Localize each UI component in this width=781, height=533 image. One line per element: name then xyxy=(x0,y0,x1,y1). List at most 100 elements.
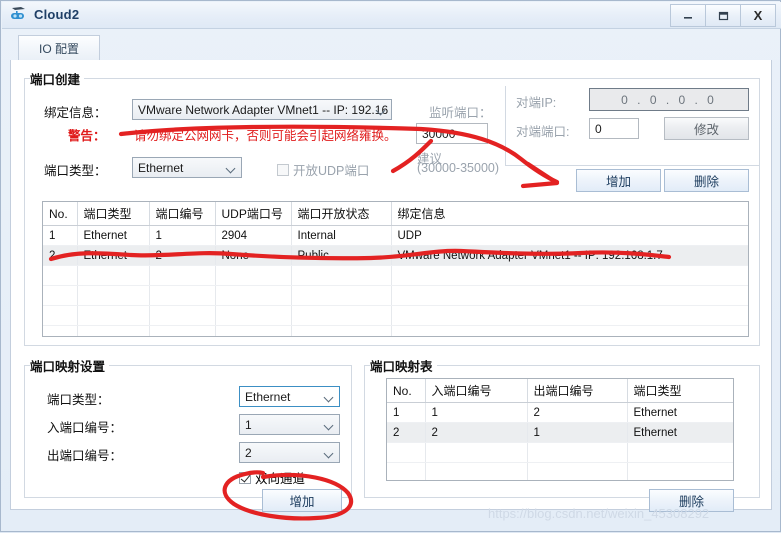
table-column-header: 入端口编号 xyxy=(425,379,528,403)
mapping-port-type-combo[interactable]: Ethernet xyxy=(239,386,340,407)
binding-info-value: VMware Network Adapter VMnet1 -- IP: 192… xyxy=(138,102,389,117)
table-cell-empty xyxy=(43,285,78,306)
peer-ip-input[interactable]: 0 . 0 . 0 . 0 xyxy=(589,88,749,111)
group-port-create: 端口创建 绑定信息： VMware Network Adapter VMnet1… xyxy=(24,69,760,346)
mapping-port-type-value: Ethernet xyxy=(245,389,291,404)
table-cell: 2 xyxy=(527,402,628,423)
table-row-empty[interactable] xyxy=(43,325,748,336)
table-cell-empty xyxy=(149,305,216,326)
table-cell-empty xyxy=(77,325,150,336)
close-button[interactable]: X xyxy=(740,4,776,27)
table-cell: None xyxy=(215,245,292,266)
table-row-empty[interactable] xyxy=(43,305,748,326)
table-cell-empty xyxy=(291,325,392,336)
peer-ip-label: 对端IP: xyxy=(516,96,557,110)
peer-ip-value: 0 . 0 . 0 . 0 xyxy=(621,92,717,107)
table-cell: 1 xyxy=(149,225,216,246)
group-mapping-table: 端口映射表 No. 入端口编号 出端口编号 端口类型 1 1 2 Ethernet 2 2 1 Et… xyxy=(364,356,760,512)
table-row[interactable]: 2 Ethernet 2 None Public VMware Network Adapt… xyxy=(43,245,748,266)
chevron-down-icon xyxy=(325,450,334,456)
mapping-add-button[interactable]: 增加 xyxy=(262,489,342,512)
tab-io-config[interactable]: IO 配置 xyxy=(18,35,100,60)
mapping-in-port-combo[interactable]: 1 xyxy=(239,414,340,435)
table-cell-empty xyxy=(387,442,426,463)
table-column-header: 端口编号 xyxy=(149,202,216,226)
port-type-value: Ethernet xyxy=(138,160,184,175)
table-cell-empty xyxy=(43,305,78,326)
minimize-icon xyxy=(684,16,692,19)
table-cell-empty xyxy=(77,265,150,286)
watermark-text: https://blog.csdn.net/weixin_45308292 xyxy=(488,506,710,521)
chevron-down-icon xyxy=(325,394,334,400)
table-cell-empty xyxy=(425,462,528,480)
window-title: Cloud2 xyxy=(34,6,80,22)
checkbox-box-icon xyxy=(277,163,289,176)
mapping-out-port-label: 出端口编号： xyxy=(47,449,123,463)
add-port-button[interactable]: 增加 xyxy=(576,169,661,192)
table-column-header: 端口开放状态 xyxy=(291,202,392,226)
table-cell-empty xyxy=(77,305,150,326)
table-row[interactable]: 1 1 2 Ethernet xyxy=(387,402,733,423)
table-row-empty[interactable] xyxy=(43,285,748,306)
table-row-empty[interactable] xyxy=(43,265,748,286)
window-controls: X xyxy=(670,4,776,27)
group-mapping-table-caption-slash xyxy=(440,356,456,375)
mapping-table[interactable]: No. 入端口编号 出端口编号 端口类型 1 1 2 Ethernet 2 2 1 Ethernet xyxy=(386,378,734,481)
modify-button[interactable]: 修改 xyxy=(664,117,749,140)
table-column-header: 出端口编号 xyxy=(527,379,628,403)
mapping-table-header-row: No. 入端口编号 出端口编号 端口类型 xyxy=(387,379,733,403)
table-column-header: No. xyxy=(387,379,426,403)
open-udp-port-checkbox[interactable]: 开放UDP端口 xyxy=(277,160,369,179)
table-cell: Ethernet xyxy=(77,225,150,246)
table-row-empty[interactable] xyxy=(387,442,733,463)
table-cell-empty xyxy=(291,265,392,286)
table-column-header: UDP端口号 xyxy=(215,202,292,226)
port-table-header-row: No. 端口类型 端口编号 UDP端口号 端口开放状态 绑定信息 xyxy=(43,202,748,226)
table-cell: 2 xyxy=(149,245,216,266)
main-panel: 端口创建 绑定信息： VMware Network Adapter VMnet1… xyxy=(10,60,772,512)
group-mapping-table-caption: 端口映射表 xyxy=(370,356,437,375)
mapping-port-type-label: 端口类型： xyxy=(47,393,110,407)
mapping-in-port-label: 入端口编号： xyxy=(47,421,123,435)
table-cell: 1 xyxy=(43,225,78,246)
table-cell: 2 xyxy=(43,245,78,266)
port-type-label: 端口类型： xyxy=(44,164,107,178)
port-type-combo[interactable]: Ethernet xyxy=(132,157,242,178)
delete-port-button[interactable]: 删除 xyxy=(664,169,749,192)
table-cell-empty xyxy=(149,265,216,286)
chevron-down-icon xyxy=(325,422,334,428)
table-cell-empty xyxy=(527,462,628,480)
table-column-header: No. xyxy=(43,202,78,226)
bidirectional-channel-checkbox[interactable]: 双向通道 xyxy=(239,468,305,487)
table-row[interactable]: 1 Ethernet 1 2904 Internal UDP xyxy=(43,225,748,246)
table-cell-empty xyxy=(43,265,78,286)
table-cell-empty xyxy=(43,325,78,336)
open-udp-port-label: 开放UDP端口 xyxy=(293,164,370,178)
cloud2-window: Cloud2 X IO 配置 端口创建 绑定信息： VMware Network… xyxy=(0,0,781,532)
listen-port-input[interactable]: 30000 xyxy=(416,123,488,144)
table-cell-empty xyxy=(149,285,216,306)
table-cell-empty xyxy=(387,462,426,480)
binding-info-combo[interactable]: VMware Network Adapter VMnet1 -- IP: 192… xyxy=(132,99,392,120)
port-table-grid: No. 端口类型 端口编号 UDP端口号 端口开放状态 绑定信息 1 Ethernet 1 29… xyxy=(43,202,748,336)
table-cell-empty xyxy=(149,325,216,336)
table-cell-empty xyxy=(425,442,528,463)
table-cell-empty xyxy=(527,442,628,463)
peer-group-bottom-divider xyxy=(505,165,760,166)
table-column-header: 绑定信息 xyxy=(391,202,748,226)
minimize-button[interactable] xyxy=(670,4,706,27)
table-cell-empty xyxy=(215,325,292,336)
table-cell-empty xyxy=(627,462,733,480)
listen-port-label: 监听端口： xyxy=(429,106,492,120)
table-cell: VMware Network Adapter VMnet1 -- IP: 192… xyxy=(391,245,748,266)
maximize-icon xyxy=(718,11,729,20)
table-cell: Ethernet xyxy=(77,245,150,266)
peer-port-input[interactable]: 0 xyxy=(589,118,639,139)
table-cell-empty xyxy=(391,265,748,286)
maximize-button[interactable] xyxy=(705,4,741,27)
port-table[interactable]: No. 端口类型 端口编号 UDP端口号 端口开放状态 绑定信息 1 Ethernet 1 29… xyxy=(42,201,749,337)
mapping-out-port-combo[interactable]: 2 xyxy=(239,442,340,463)
mapping-out-port-value: 2 xyxy=(245,445,252,460)
table-row-empty[interactable] xyxy=(387,462,733,480)
table-row[interactable]: 2 2 1 Ethernet xyxy=(387,422,733,443)
